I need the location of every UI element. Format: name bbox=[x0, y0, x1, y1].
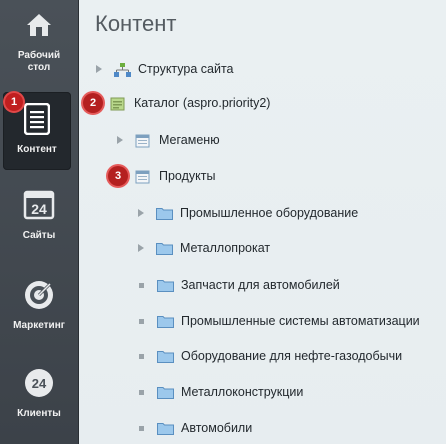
tree-item-label: Мегаменю bbox=[159, 133, 220, 147]
nav-item-marketing[interactable]: Маркетинг bbox=[0, 276, 78, 354]
tree-item-automation-systems[interactable]: Промышленные системы автоматизации bbox=[138, 311, 420, 331]
nav-item-clients[interactable]: 24 Клиенты bbox=[0, 364, 78, 442]
catalog-icon bbox=[110, 97, 127, 110]
home-icon bbox=[19, 6, 59, 44]
leaf-dot-icon bbox=[139, 389, 144, 395]
tree-item-products[interactable]: 3 Продукты bbox=[108, 166, 215, 186]
iblock-icon bbox=[135, 170, 152, 183]
left-nav-rail: Рабочий стол Контент 1 24 Сайты Маркетин… bbox=[0, 0, 79, 444]
expand-arrow-icon[interactable] bbox=[138, 209, 144, 217]
nav-label: Контент bbox=[17, 144, 57, 155]
target-icon bbox=[19, 276, 59, 314]
tree-item-label: Промышленное оборудование bbox=[180, 206, 359, 220]
tree-item-label: Металлопрокат bbox=[180, 241, 271, 255]
tree-item-cars[interactable]: Автомобили bbox=[138, 418, 252, 438]
nav-label: Маркетинг bbox=[13, 320, 65, 331]
site-structure-icon bbox=[114, 62, 131, 77]
tree-item-site-structure[interactable]: Структура сайта bbox=[96, 59, 234, 79]
tree-item-label: Промышленные системы автоматизации bbox=[181, 314, 420, 328]
tree-item-metal-rolling[interactable]: Металлопрокат bbox=[138, 238, 270, 258]
step-badge: 1 bbox=[5, 93, 23, 111]
expand-arrow-icon[interactable] bbox=[138, 244, 144, 252]
nav-item-sites[interactable]: 24 Сайты bbox=[0, 186, 78, 264]
tree-item-car-parts[interactable]: Запчасти для автомобилей bbox=[138, 275, 340, 295]
expand-arrow-icon[interactable] bbox=[96, 65, 102, 73]
expand-arrow-icon[interactable] bbox=[117, 136, 123, 144]
step-marker: 3 bbox=[108, 166, 128, 186]
tree-item-label: Каталог (aspro.priority2) bbox=[134, 96, 271, 110]
tree-item-oil-gas-equipment[interactable]: Оборудование для нефте-газодобычи bbox=[138, 346, 402, 366]
iblock-icon bbox=[135, 134, 152, 147]
leaf-dot-icon bbox=[139, 425, 144, 431]
tree-item-label: Автомобили bbox=[181, 421, 253, 435]
nav-label: Клиенты bbox=[17, 408, 61, 419]
tree-item-label: Металлоконструкции bbox=[181, 385, 304, 399]
page-title: Контент bbox=[95, 11, 177, 36]
calendar-number: 24 bbox=[31, 201, 47, 217]
tree-item-metal-structures[interactable]: Металлоконструкции bbox=[138, 382, 303, 402]
folder-icon bbox=[156, 207, 173, 220]
folder-icon bbox=[157, 422, 174, 435]
step-marker: 2 bbox=[83, 93, 103, 113]
tree-item-industrial-equipment[interactable]: Промышленное оборудование bbox=[138, 203, 358, 223]
folder-icon bbox=[157, 279, 174, 292]
tree-item-megamenu[interactable]: Мегаменю bbox=[117, 130, 220, 150]
tree-item-label: Структура сайта bbox=[138, 62, 234, 76]
leaf-dot-icon bbox=[139, 318, 144, 324]
folder-icon bbox=[157, 350, 174, 363]
calendar-icon: 24 bbox=[19, 186, 59, 224]
leaf-dot-icon bbox=[139, 282, 144, 288]
nav-item-desktop[interactable]: Рабочий стол bbox=[0, 6, 78, 84]
folder-icon bbox=[157, 386, 174, 399]
tree-item-catalog[interactable]: 2 Каталог (aspro.priority2) bbox=[83, 93, 270, 113]
content-panel: Контент Структура сайта 2 Каталог (aspro… bbox=[79, 0, 446, 444]
tree-item-label: Продукты bbox=[159, 169, 216, 183]
document-icon bbox=[17, 100, 57, 138]
tree-item-label: Оборудование для нефте-газодобычи bbox=[181, 349, 403, 363]
nav-label: Рабочий стол bbox=[17, 50, 61, 73]
tree-item-label: Запчасти для автомобилей bbox=[181, 278, 340, 292]
leaf-dot-icon bbox=[139, 353, 144, 359]
folder-icon bbox=[156, 242, 173, 255]
nav-label: Сайты bbox=[22, 230, 56, 241]
folder-icon bbox=[157, 315, 174, 328]
clients-icon: 24 bbox=[19, 364, 59, 402]
clients-icon-number: 24 bbox=[32, 376, 47, 391]
